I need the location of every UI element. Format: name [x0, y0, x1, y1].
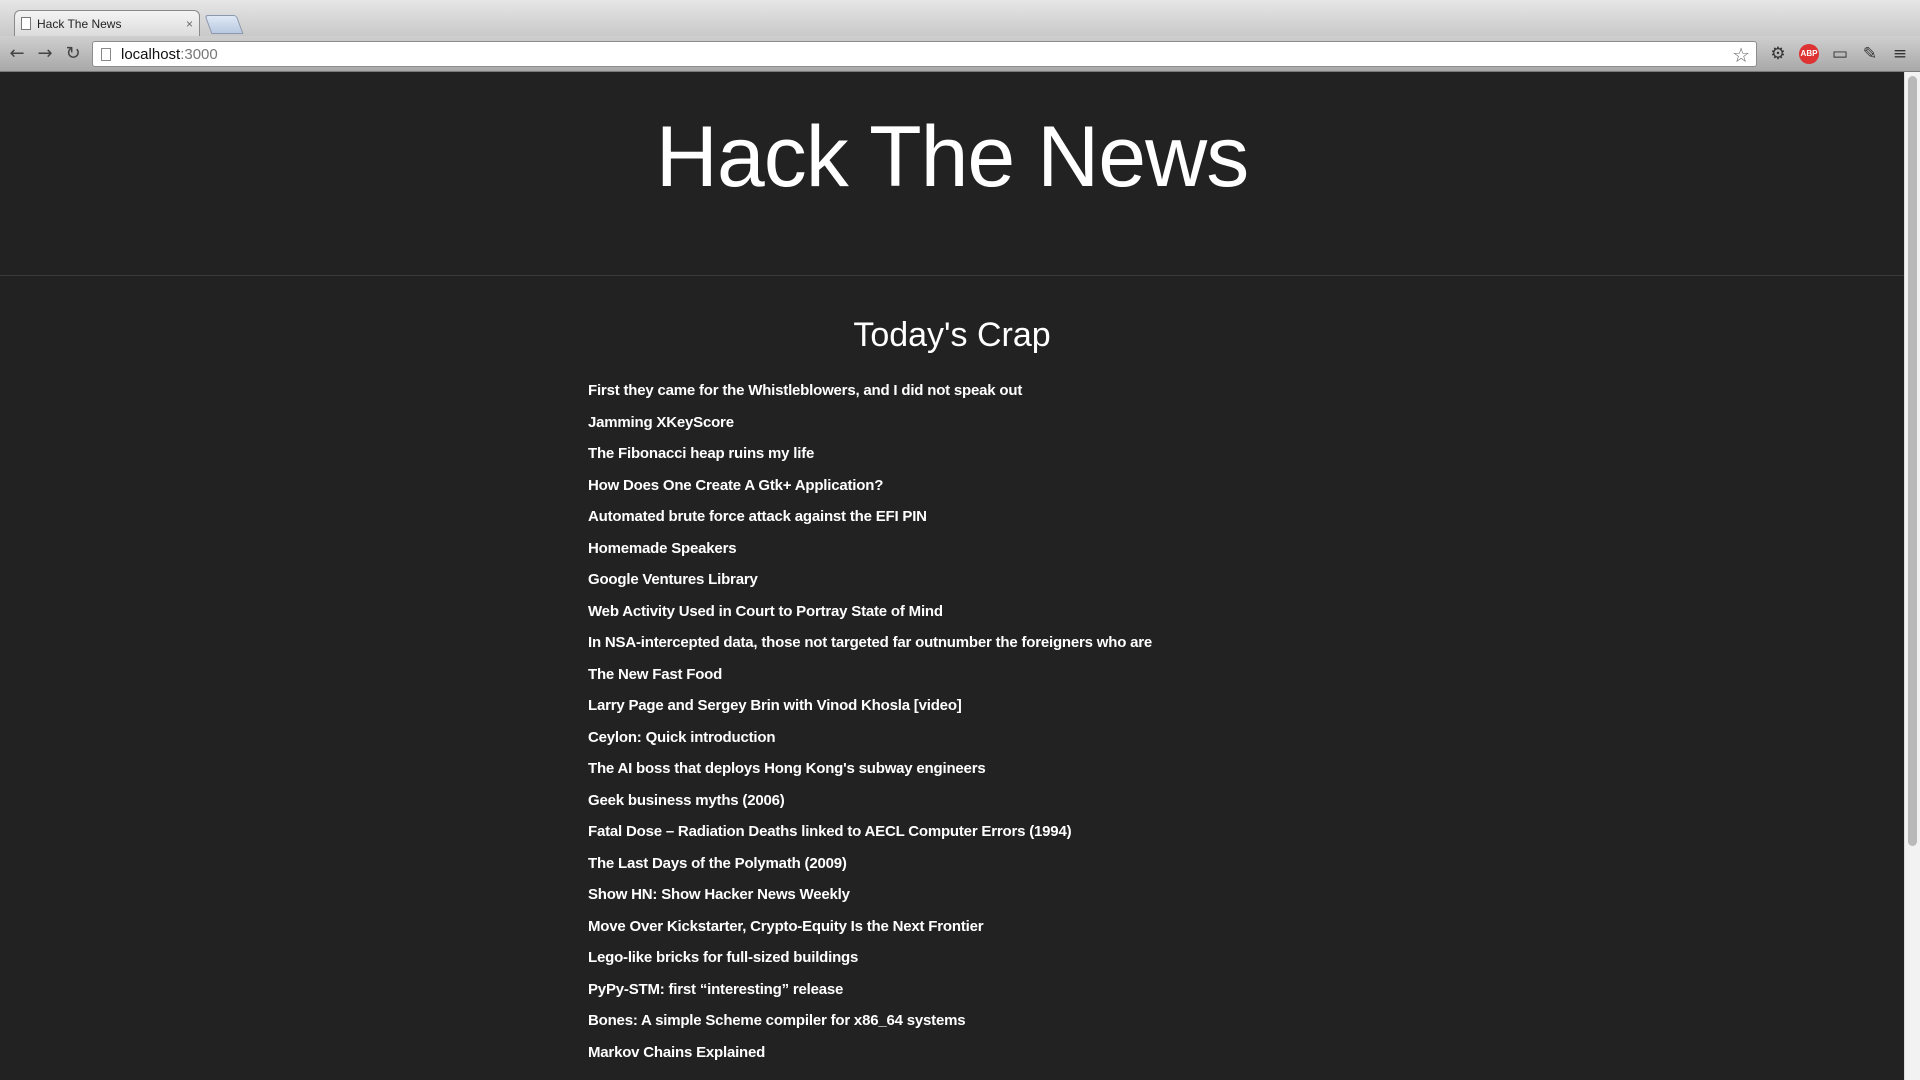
adblock-icon[interactable]: ABP: [1799, 44, 1819, 64]
back-icon[interactable]: ←: [6, 43, 28, 65]
news-link[interactable]: Web Activity Used in Court to Portray St…: [588, 603, 1152, 635]
news-link[interactable]: In NSA-intercepted data, those not targe…: [588, 634, 1152, 666]
news-link[interactable]: First they came for the Whistleblowers, …: [588, 382, 1152, 414]
page-content: Hack The News Today's Crap First they ca…: [0, 72, 1904, 1080]
news-link[interactable]: Ceylon: Quick introduction: [588, 729, 1152, 761]
news-link[interactable]: Markov Chains Explained: [588, 1044, 1152, 1076]
news-link[interactable]: Move Over Kickstarter, Crypto-Equity Is …: [588, 918, 1152, 950]
news-link[interactable]: The Last Days of the Polymath (2009): [588, 855, 1152, 887]
site-title: Hack The News: [655, 109, 1249, 205]
news-link[interactable]: How Does One Create A Gtk+ Application?: [588, 477, 1152, 509]
forward-icon[interactable]: →: [34, 43, 56, 65]
news-link[interactable]: Bones: A simple Scheme compiler for x86_…: [588, 1012, 1152, 1044]
news-link[interactable]: Jamming XKeyScore: [588, 414, 1152, 446]
news-link[interactable]: Larry Page and Sergey Brin with Vinod Kh…: [588, 697, 1152, 729]
close-icon[interactable]: ×: [186, 17, 193, 31]
url-host: localhost: [121, 45, 181, 63]
news-link[interactable]: Show HN: Show Hacker News Weekly: [588, 886, 1152, 918]
eyedropper-icon[interactable]: ✎: [1859, 43, 1881, 65]
news-link[interactable]: The AI boss that deploys Hong Kong's sub…: [588, 760, 1152, 792]
browser-toolbar: ← → ↻ localhost:3000 ☆ ⚙ ABP ▭ ✎ ≡: [0, 36, 1920, 71]
vertical-scrollbar[interactable]: [1904, 72, 1920, 1080]
browser-chrome: Hack The News × ← → ↻ localhost:3000 ☆ ⚙…: [0, 0, 1920, 72]
news-link[interactable]: Homemade Speakers: [588, 540, 1152, 572]
cast-icon[interactable]: ▭: [1829, 43, 1851, 65]
section-title: Today's Crap: [853, 316, 1051, 354]
scrollbar-thumb[interactable]: [1908, 76, 1917, 846]
news-link[interactable]: PyPy-STM: first “interesting” release: [588, 981, 1152, 1013]
news-link[interactable]: Geek business myths (2006): [588, 792, 1152, 824]
menu-icon[interactable]: ≡: [1889, 43, 1911, 65]
browser-tab[interactable]: Hack The News ×: [14, 10, 200, 36]
gear-icon[interactable]: ⚙: [1767, 43, 1789, 65]
reload-icon[interactable]: ↻: [62, 43, 84, 65]
new-tab-button[interactable]: [204, 15, 244, 34]
news-link[interactable]: Automated brute force attack against the…: [588, 508, 1152, 540]
star-icon[interactable]: ☆: [1732, 43, 1750, 67]
news-list: First they came for the Whistleblowers, …: [588, 382, 1152, 1075]
tab-title: Hack The News: [37, 16, 122, 31]
address-bar[interactable]: localhost:3000 ☆: [92, 41, 1757, 67]
page-icon: [21, 17, 31, 30]
news-link[interactable]: Lego-like bricks for full-sized building…: [588, 949, 1152, 981]
news-link[interactable]: Google Ventures Library: [588, 571, 1152, 603]
tab-strip: Hack The News ×: [0, 0, 1920, 36]
site-header: Hack The News: [0, 72, 1904, 276]
news-link[interactable]: The Fibonacci heap ruins my life: [588, 445, 1152, 477]
url-port: :3000: [180, 45, 218, 63]
news-link[interactable]: Fatal Dose – Radiation Deaths linked to …: [588, 823, 1152, 855]
page-icon: [101, 47, 111, 61]
news-link[interactable]: The New Fast Food: [588, 666, 1152, 698]
